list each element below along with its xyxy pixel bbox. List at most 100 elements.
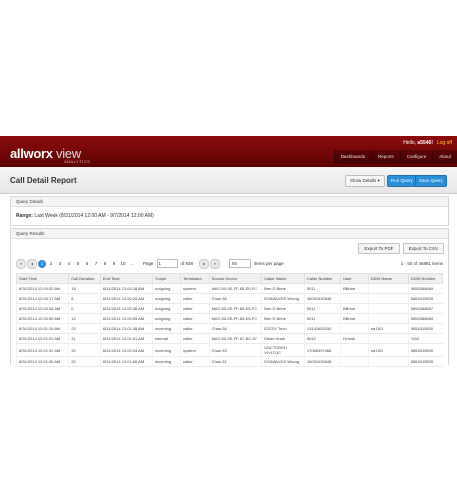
table-row[interactable]: 8/31/2014 12:01:15 AM 23 8/31/2014 12:01… (15, 323, 443, 334)
nav-about[interactable]: About (432, 150, 457, 164)
cell-user (340, 323, 369, 334)
cell-caller-name: David Husk (261, 333, 305, 344)
cell-call-duration: 15 (68, 283, 101, 294)
cell-caller-number: 17066397468 (303, 343, 341, 357)
main-nav: Dashboards Reports Configure About (333, 150, 457, 164)
cell-source-device: MAC:00-0E-FF-85-E5-FC (208, 283, 262, 294)
range-value: Last Week (8/31/2014 12:00 AM - 9/7/2014… (34, 213, 154, 219)
col-start-time[interactable]: Start Time (15, 273, 70, 284)
page-6-link[interactable]: 6 (83, 260, 91, 268)
cell-start-time: 8/31/2014 12:01:32 AM (15, 343, 69, 357)
cell-user (340, 343, 369, 357)
cell-caller-number: 5011 (303, 283, 341, 294)
col-source-device[interactable]: Source Device (208, 273, 263, 284)
table-row[interactable]: 8/31/2014 12:01:36 AM 20 8/31/2014 12:01… (15, 356, 443, 367)
first-page-button[interactable]: « (16, 258, 26, 269)
greeting-text: Hello, (403, 140, 417, 146)
nav-configure[interactable]: Configure (399, 150, 433, 164)
cell-start-time: 8/31/2014 12:01:15 AM (15, 323, 69, 334)
cell-dnis-name (367, 293, 409, 304)
table-row[interactable]: 8/31/2014 12:01:32 AM 32 8/31/2014 12:02… (15, 343, 443, 357)
cell-caller-number: 13142653150 (303, 323, 341, 334)
cell-scope: incoming (152, 323, 181, 334)
page-2-link[interactable]: 2 (47, 260, 55, 268)
cell-terminator: caller (180, 356, 210, 367)
col-caller-name[interactable]: Caller Name (261, 273, 305, 284)
table-row[interactable]: 8/31/2014 12:00:17 AM 8 8/31/2014 12:00:… (15, 293, 443, 304)
cell-dnis-number: 5854368667 (407, 303, 443, 314)
cell-caller-number: 5042 (303, 333, 341, 344)
table-row[interactable]: 8/31/2014 12:00:02 AM 15 8/31/2014 12:00… (15, 283, 443, 294)
cell-dnis-name: na DID (367, 323, 409, 334)
cell-user (340, 293, 369, 304)
header-row: Start Time Call Duration End Time Scope … (15, 273, 444, 284)
cell-call-duration: 12 (68, 313, 101, 324)
page-3-link[interactable]: 3 (56, 260, 64, 268)
more-pages-link[interactable]: ... (128, 260, 136, 268)
col-scope[interactable]: Scope (152, 273, 182, 284)
cell-caller-number: 16052430646 (303, 293, 341, 304)
brand-name-bold: allworx (10, 146, 53, 161)
query-results-panel: Query Results Export To PDF Export To CS… (10, 228, 449, 367)
cell-call-duration: 8 (68, 293, 101, 304)
cell-end-time: 8/31/2014 12:00:59 AM (99, 313, 153, 324)
cell-source-device: MAC:00-0E-FF-85-E5-FC (208, 313, 262, 324)
results-table: Start Time Call Duration End Time Scope … (15, 273, 444, 367)
cell-end-time: 8/31/2014 12:00:38 AM (99, 303, 153, 314)
app-window: allworx view ANALYTICS Hello, a5546! Log… (0, 136, 457, 367)
col-call-duration[interactable]: Call Duration (68, 273, 101, 284)
page-title: Call Detail Report (10, 176, 77, 185)
items-info: 1 - 50 of 46881 items (400, 261, 443, 266)
cell-source-device: Chan:36 (208, 293, 262, 304)
page-9-link[interactable]: 9 (110, 260, 118, 268)
page-5-link[interactable]: 5 (74, 260, 82, 268)
cell-source-device: MAC:00-0E-FF-87-BC-57 (208, 333, 262, 344)
col-dnis-number[interactable]: DNIS Number (407, 273, 444, 284)
cell-start-time: 8/31/2014 12:00:50 AM (15, 313, 69, 324)
per-page-label: items per page (254, 261, 284, 266)
col-dnis-name[interactable]: DNIS Name (367, 273, 409, 284)
page-1-link[interactable]: 1 (38, 259, 46, 268)
page-size-select[interactable]: 50 (229, 259, 252, 268)
nav-dashboards[interactable]: Dashboards (333, 150, 371, 164)
prev-page-button[interactable]: ◂ (27, 258, 37, 269)
col-user[interactable]: User (340, 273, 369, 284)
cell-terminator: caller (180, 303, 210, 314)
cell-dnis-name (367, 356, 409, 367)
cell-user: BBrine (340, 283, 369, 294)
logoff-link[interactable]: Log off (437, 140, 452, 146)
cell-start-time: 8/31/2014 12:00:02 AM (15, 283, 69, 294)
table-row[interactable]: 8/31/2014 12:00:38 AM 0 8/31/2014 12:00:… (15, 303, 443, 314)
show-details-button[interactable]: Show Details ▾ (345, 175, 385, 187)
cell-start-time: 8/31/2014 12:01:36 AM (15, 356, 69, 367)
table-row[interactable]: 8/31/2014 12:01:20 AM 31 8/31/2014 12:01… (15, 333, 443, 344)
run-query-button[interactable]: Run Query (387, 175, 417, 187)
cell-dnis-name: na DID (367, 343, 409, 357)
cell-scope: incoming (152, 343, 181, 357)
cell-end-time: 8/31/2014 12:02:04 AM (99, 343, 153, 357)
cell-scope: internal (152, 333, 181, 344)
cell-dnis-number: 5854315539 (407, 356, 443, 367)
nav-reports[interactable]: Reports (370, 150, 400, 164)
page-8-link[interactable]: 8 (101, 260, 109, 268)
page-count-label: of 938 (180, 261, 194, 266)
export-csv-button[interactable]: Export To CSV (402, 243, 444, 254)
cell-start-time: 8/31/2014 12:00:38 AM (15, 303, 69, 314)
page-number-input[interactable]: 1 (156, 259, 178, 268)
cell-terminator: caller (180, 293, 210, 304)
cell-scope: outgoing (152, 283, 181, 294)
cell-end-time: 8/31/2014 12:00:25 AM (99, 293, 153, 304)
next-page-button[interactable]: ▸ (199, 258, 210, 269)
table-row[interactable]: 8/31/2014 12:00:50 AM 12 8/31/2014 12:00… (15, 313, 443, 324)
page-10-link[interactable]: 10 (119, 260, 127, 268)
export-pdf-button[interactable]: Export To PDF (358, 243, 400, 254)
page-7-link[interactable]: 7 (92, 260, 100, 268)
col-caller-number[interactable]: Caller Number (303, 273, 342, 284)
cell-call-duration: 0 (68, 303, 101, 314)
last-page-button[interactable]: » (210, 258, 221, 269)
col-terminator[interactable]: Terminator (180, 273, 210, 284)
cell-scope: outgoing (152, 303, 181, 314)
col-end-time[interactable]: End Time (99, 273, 154, 284)
page-4-link[interactable]: 4 (65, 260, 73, 268)
save-query-button[interactable]: Save Query (415, 175, 447, 187)
